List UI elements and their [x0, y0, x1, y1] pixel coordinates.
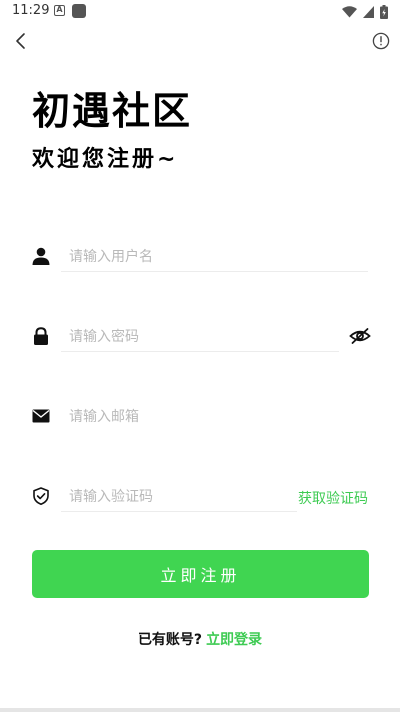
- status-bar: 11:29 A: [0, 0, 400, 24]
- bottom-edge: [0, 708, 400, 712]
- password-input[interactable]: [69, 325, 337, 349]
- signal-icon: [363, 6, 374, 18]
- login-question: 已有账号?: [137, 632, 203, 648]
- get-code-button[interactable]: 获取验证码: [298, 488, 368, 508]
- shield-check-icon: [33, 487, 49, 505]
- verification-code-input[interactable]: [69, 485, 291, 509]
- lock-icon: [34, 327, 48, 345]
- username-input[interactable]: [69, 245, 367, 269]
- email-input[interactable]: [69, 405, 367, 429]
- wifi-icon: [342, 6, 357, 18]
- chevron-left-icon[interactable]: [10, 30, 32, 52]
- user-icon: [32, 247, 50, 265]
- login-prompt: 已有账号? 立即登录: [0, 629, 400, 649]
- battery-charging-icon: [380, 5, 388, 19]
- status-time: 11:29: [12, 3, 50, 18]
- info-circle-icon[interactable]: [372, 32, 390, 50]
- login-link[interactable]: 立即登录: [206, 632, 262, 648]
- a-badge-icon: A: [54, 5, 65, 16]
- eye-off-icon[interactable]: [349, 327, 371, 345]
- code-underline: [61, 511, 297, 512]
- status-right-icons: [342, 4, 388, 20]
- mail-icon: [32, 409, 50, 423]
- password-underline: [61, 351, 339, 352]
- register-button[interactable]: 立即注册: [32, 550, 369, 598]
- page-subtitle: 欢迎您注册~: [32, 147, 179, 172]
- square-app-icon: [72, 4, 86, 18]
- page-title: 初遇社区: [32, 89, 193, 133]
- username-underline: [61, 271, 368, 272]
